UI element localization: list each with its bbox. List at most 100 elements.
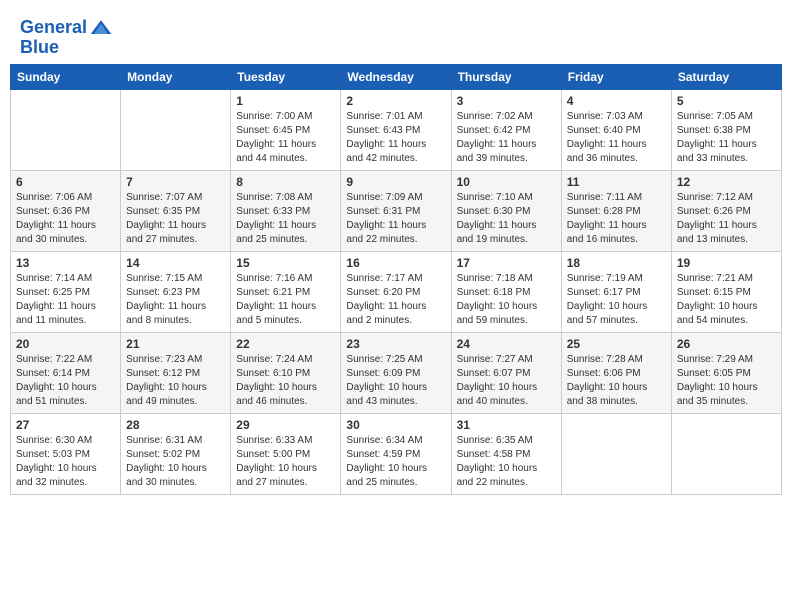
weekday-header-row: SundayMondayTuesdayWednesdayThursdayFrid… bbox=[11, 64, 782, 89]
day-cell: 2Sunrise: 7:01 AMSunset: 6:43 PMDaylight… bbox=[341, 89, 451, 170]
day-cell: 5 Sunrise: 7:05 AMSunset: 6:38 PMDaylight… bbox=[671, 89, 781, 170]
day-info: Sunrise: 7:16 AMSunset: 6:21 PMDaylight:… bbox=[236, 272, 335, 328]
day-info: Sunrise: 7:17 AMSunset: 6:20 PMDaylight:… bbox=[346, 272, 445, 328]
calendar-table: SundayMondayTuesdayWednesdayThursdayFrid… bbox=[10, 64, 782, 495]
day-info: Sunrise: 7:18 AMSunset: 6:18 PMDaylight:… bbox=[457, 272, 556, 328]
day-number: 24 bbox=[457, 337, 556, 351]
week-row-2: 6Sunrise: 7:06 AMSunset: 6:36 PMDaylight… bbox=[11, 170, 782, 251]
day-cell: 13 Sunrise: 7:14 AMSunset: 6:25 PMDayligh… bbox=[11, 251, 121, 332]
logo-text: General bbox=[20, 18, 87, 38]
day-number: 28 bbox=[126, 418, 225, 432]
day-cell: 8Sunrise: 7:08 AMSunset: 6:33 PMDaylight… bbox=[231, 170, 341, 251]
day-cell: 24Sunrise: 7:27 AMSunset: 6:07 PMDayligh… bbox=[451, 332, 561, 413]
day-number: 26 bbox=[677, 337, 776, 351]
weekday-header-friday: Friday bbox=[561, 64, 671, 89]
day-cell: 29 Sunrise: 6:33 AMSunset: 5:00 PMDayligh… bbox=[231, 413, 341, 494]
day-cell: 28 Sunrise: 6:31 AMSunset: 5:02 PMDayligh… bbox=[121, 413, 231, 494]
day-cell: 4Sunrise: 7:03 AMSunset: 6:40 PMDaylight… bbox=[561, 89, 671, 170]
day-info: Sunrise: 6:33 AMSunset: 5:00 PMDaylight:… bbox=[236, 434, 335, 490]
day-number: 10 bbox=[457, 175, 556, 189]
day-info: Sunrise: 7:21 AMSunset: 6:15 PMDaylight:… bbox=[677, 272, 776, 328]
day-number: 23 bbox=[346, 337, 445, 351]
day-number: 19 bbox=[677, 256, 776, 270]
week-row-3: 13 Sunrise: 7:14 AMSunset: 6:25 PMDayligh… bbox=[11, 251, 782, 332]
day-cell bbox=[561, 413, 671, 494]
day-cell: 23 Sunrise: 7:25 AMSunset: 6:09 PMDayligh… bbox=[341, 332, 451, 413]
day-number: 20 bbox=[16, 337, 115, 351]
weekday-header-thursday: Thursday bbox=[451, 64, 561, 89]
day-info: Sunrise: 7:09 AMSunset: 6:31 PMDaylight:… bbox=[346, 191, 445, 247]
day-info: Sunrise: 7:02 AMSunset: 6:42 PMDaylight:… bbox=[457, 110, 556, 166]
day-info: Sunrise: 6:35 AMSunset: 4:58 PMDaylight:… bbox=[457, 434, 556, 490]
day-cell: 31 Sunrise: 6:35 AMSunset: 4:58 PMDayligh… bbox=[451, 413, 561, 494]
weekday-header-sunday: Sunday bbox=[11, 64, 121, 89]
day-info: Sunrise: 7:14 AMSunset: 6:25 PMDaylight:… bbox=[16, 272, 115, 328]
day-number: 5 bbox=[677, 94, 776, 108]
weekday-header-saturday: Saturday bbox=[671, 64, 781, 89]
day-number: 3 bbox=[457, 94, 556, 108]
week-row-1: 1 Sunrise: 7:00 AMSunset: 6:45 PMDaylight… bbox=[11, 89, 782, 170]
day-info: Sunrise: 7:12 AMSunset: 6:26 PMDaylight:… bbox=[677, 191, 776, 247]
day-number: 13 bbox=[16, 256, 115, 270]
logo-icon bbox=[89, 18, 113, 38]
day-cell: 10 Sunrise: 7:10 AMSunset: 6:30 PMDayligh… bbox=[451, 170, 561, 251]
day-cell: 16 Sunrise: 7:17 AMSunset: 6:20 PMDayligh… bbox=[341, 251, 451, 332]
weekday-header-monday: Monday bbox=[121, 64, 231, 89]
day-cell: 19 Sunrise: 7:21 AMSunset: 6:15 PMDayligh… bbox=[671, 251, 781, 332]
day-cell: 15 Sunrise: 7:16 AMSunset: 6:21 PMDayligh… bbox=[231, 251, 341, 332]
day-info: Sunrise: 7:29 AMSunset: 6:05 PMDaylight:… bbox=[677, 353, 776, 409]
day-cell: 17 Sunrise: 7:18 AMSunset: 6:18 PMDayligh… bbox=[451, 251, 561, 332]
day-info: Sunrise: 7:05 AMSunset: 6:38 PMDaylight:… bbox=[677, 110, 776, 166]
day-number: 9 bbox=[346, 175, 445, 189]
day-info: Sunrise: 7:23 AMSunset: 6:12 PMDaylight:… bbox=[126, 353, 225, 409]
day-cell: 20 Sunrise: 7:22 AMSunset: 6:14 PMDayligh… bbox=[11, 332, 121, 413]
day-number: 11 bbox=[567, 175, 666, 189]
day-number: 8 bbox=[236, 175, 335, 189]
day-number: 17 bbox=[457, 256, 556, 270]
day-info: Sunrise: 7:22 AMSunset: 6:14 PMDaylight:… bbox=[16, 353, 115, 409]
day-number: 2 bbox=[346, 94, 445, 108]
day-number: 1 bbox=[236, 94, 335, 108]
day-cell bbox=[11, 89, 121, 170]
day-number: 16 bbox=[346, 256, 445, 270]
day-number: 31 bbox=[457, 418, 556, 432]
day-number: 12 bbox=[677, 175, 776, 189]
weekday-header-wednesday: Wednesday bbox=[341, 64, 451, 89]
day-number: 25 bbox=[567, 337, 666, 351]
day-info: Sunrise: 7:24 AMSunset: 6:10 PMDaylight:… bbox=[236, 353, 335, 409]
day-number: 30 bbox=[346, 418, 445, 432]
day-number: 7 bbox=[126, 175, 225, 189]
week-row-4: 20 Sunrise: 7:22 AMSunset: 6:14 PMDayligh… bbox=[11, 332, 782, 413]
logo: General Blue bbox=[20, 18, 113, 58]
day-cell: 1 Sunrise: 7:00 AMSunset: 6:45 PMDaylight… bbox=[231, 89, 341, 170]
day-info: Sunrise: 7:15 AMSunset: 6:23 PMDaylight:… bbox=[126, 272, 225, 328]
day-info: Sunrise: 7:10 AMSunset: 6:30 PMDaylight:… bbox=[457, 191, 556, 247]
day-number: 18 bbox=[567, 256, 666, 270]
day-number: 29 bbox=[236, 418, 335, 432]
day-cell: 25 Sunrise: 7:28 AMSunset: 6:06 PMDayligh… bbox=[561, 332, 671, 413]
day-cell bbox=[121, 89, 231, 170]
day-cell: 30 Sunrise: 6:34 AMSunset: 4:59 PMDayligh… bbox=[341, 413, 451, 494]
day-cell: 12 Sunrise: 7:12 AMSunset: 6:26 PMDayligh… bbox=[671, 170, 781, 251]
day-info: Sunrise: 6:31 AMSunset: 5:02 PMDaylight:… bbox=[126, 434, 225, 490]
day-cell: 11 Sunrise: 7:11 AMSunset: 6:28 PMDayligh… bbox=[561, 170, 671, 251]
day-number: 14 bbox=[126, 256, 225, 270]
week-row-5: 27Sunrise: 6:30 AMSunset: 5:03 PMDayligh… bbox=[11, 413, 782, 494]
day-cell: 9 Sunrise: 7:09 AMSunset: 6:31 PMDaylight… bbox=[341, 170, 451, 251]
day-number: 15 bbox=[236, 256, 335, 270]
day-cell: 14 Sunrise: 7:15 AMSunset: 6:23 PMDayligh… bbox=[121, 251, 231, 332]
day-cell: 27Sunrise: 6:30 AMSunset: 5:03 PMDayligh… bbox=[11, 413, 121, 494]
day-number: 22 bbox=[236, 337, 335, 351]
day-cell: 22 Sunrise: 7:24 AMSunset: 6:10 PMDayligh… bbox=[231, 332, 341, 413]
day-info: Sunrise: 7:19 AMSunset: 6:17 PMDaylight:… bbox=[567, 272, 666, 328]
day-info: Sunrise: 7:25 AMSunset: 6:09 PMDaylight:… bbox=[346, 353, 445, 409]
day-info: Sunrise: 7:00 AMSunset: 6:45 PMDaylight:… bbox=[236, 110, 335, 166]
day-info: Sunrise: 7:07 AMSunset: 6:35 PMDaylight:… bbox=[126, 191, 225, 247]
day-info: Sunrise: 7:06 AMSunset: 6:36 PMDaylight:… bbox=[16, 191, 115, 247]
day-number: 27 bbox=[16, 418, 115, 432]
logo-text2: Blue bbox=[20, 38, 59, 58]
weekday-header-tuesday: Tuesday bbox=[231, 64, 341, 89]
day-info: Sunrise: 7:28 AMSunset: 6:06 PMDaylight:… bbox=[567, 353, 666, 409]
day-info: Sunrise: 6:34 AMSunset: 4:59 PMDaylight:… bbox=[346, 434, 445, 490]
day-info: Sunrise: 7:11 AMSunset: 6:28 PMDaylight:… bbox=[567, 191, 666, 247]
